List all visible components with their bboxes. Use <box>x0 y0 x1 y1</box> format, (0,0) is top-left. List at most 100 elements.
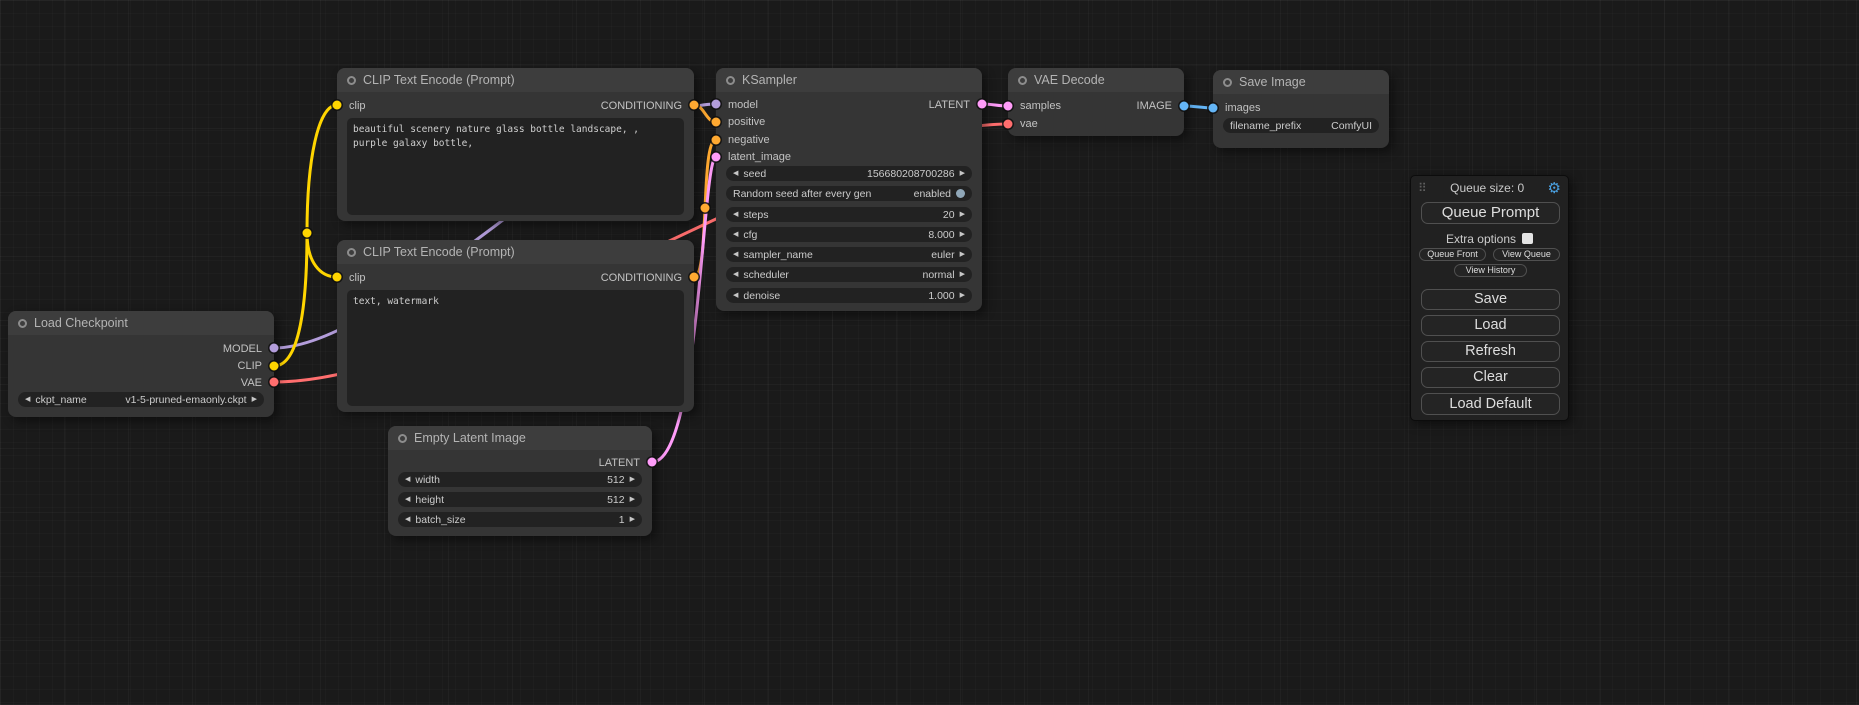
increment-arrow-icon[interactable] <box>960 271 965 278</box>
slot-dot-negative-conditioning-output[interactable] <box>690 273 699 282</box>
node-title-bar[interactable]: CLIP Text Encode (Prompt) <box>337 68 694 92</box>
widget-label: sampler_name <box>743 249 812 261</box>
save-button[interactable]: Save <box>1421 289 1560 310</box>
widget-value: enabled <box>914 188 951 200</box>
prompt-text-area[interactable]: text, watermark <box>347 290 684 406</box>
slot-dot-ksampler-model-input[interactable] <box>712 100 721 109</box>
node-ksampler[interactable]: KSampler model LATENT positive negative … <box>716 68 982 311</box>
increment-arrow-icon[interactable] <box>960 292 965 299</box>
node-graph-canvas[interactable]: Load Checkpoint MODEL CLIP VAE ckpt_name… <box>0 0 1859 705</box>
slot-dot-checkpoint-vae-output[interactable] <box>270 378 279 387</box>
queue-size-label: Queue size: 0 <box>1427 181 1548 195</box>
decrement-arrow-icon[interactable] <box>25 396 30 403</box>
node-title-bar[interactable]: Empty Latent Image <box>388 426 652 450</box>
decrement-arrow-icon[interactable] <box>733 170 738 177</box>
filename-prefix-widget[interactable]: filename_prefix ComfyUI <box>1223 118 1379 133</box>
cfg-widget[interactable]: cfg 8.000 <box>726 227 972 242</box>
reroute-dot-conditioning[interactable] <box>701 204 710 213</box>
slot-dot-ksampler-latent-output[interactable] <box>978 100 987 109</box>
collapse-dot-icon[interactable] <box>347 76 356 85</box>
node-load-checkpoint[interactable]: Load Checkpoint MODEL CLIP VAE ckpt_name… <box>8 311 274 417</box>
view-history-button[interactable]: View History <box>1454 264 1527 277</box>
collapse-dot-icon[interactable] <box>347 248 356 257</box>
increment-arrow-icon[interactable] <box>960 231 965 238</box>
slot-dot-ksampler-positive-input[interactable] <box>712 118 721 127</box>
slot-row: vae <box>1020 115 1172 132</box>
node-title-bar[interactable]: Save Image <box>1213 70 1389 94</box>
steps-widget[interactable]: steps 20 <box>726 207 972 222</box>
collapse-dot-icon[interactable] <box>726 76 735 85</box>
collapse-dot-icon[interactable] <box>1223 78 1232 87</box>
slot-dot-checkpoint-clip-output[interactable] <box>270 362 279 371</box>
node-title-bar[interactable]: KSampler <box>716 68 982 92</box>
seed-widget[interactable]: seed 156680208700286 <box>726 166 972 181</box>
node-empty-latent-image[interactable]: Empty Latent Image LATENT width 512 heig… <box>388 426 652 536</box>
decrement-arrow-icon[interactable] <box>733 271 738 278</box>
slot-dot-vae-decode-vae-input[interactable] <box>1004 120 1013 129</box>
node-title-bar[interactable]: CLIP Text Encode (Prompt) <box>337 240 694 264</box>
ckpt-name-widget[interactable]: ckpt_name v1-5-pruned-emaonly.ckpt <box>18 392 264 407</box>
refresh-button[interactable]: Refresh <box>1421 341 1560 362</box>
widget-label: scheduler <box>743 269 789 281</box>
slot-dot-save-image-images-input[interactable] <box>1209 104 1218 113</box>
slot-dot-vae-decode-image-output[interactable] <box>1180 102 1189 111</box>
decrement-arrow-icon[interactable] <box>733 211 738 218</box>
increment-arrow-icon[interactable] <box>630 496 635 503</box>
node-save-image[interactable]: Save Image images filename_prefix ComfyU… <box>1213 70 1389 148</box>
slot-dot-positive-conditioning-output[interactable] <box>690 101 699 110</box>
increment-arrow-icon[interactable] <box>630 516 635 523</box>
slot-dot-ksampler-latent-image-input[interactable] <box>712 153 721 162</box>
random-seed-toggle-widget[interactable]: Random seed after every gen enabled <box>726 186 972 201</box>
prompt-text-area[interactable]: beautiful scenery nature glass bottle la… <box>347 118 684 215</box>
denoise-widget[interactable]: denoise 1.000 <box>726 288 972 303</box>
slot-dot-vae-decode-samples-input[interactable] <box>1004 102 1013 111</box>
queue-front-button[interactable]: Queue Front <box>1419 248 1486 261</box>
toggle-knob-icon[interactable] <box>956 189 965 198</box>
collapse-dot-icon[interactable] <box>18 319 27 328</box>
queue-panel: ⠿ Queue size: 0 ⚙ Queue Prompt Extra opt… <box>1410 175 1569 421</box>
increment-arrow-icon[interactable] <box>252 396 257 403</box>
increment-arrow-icon[interactable] <box>960 170 965 177</box>
widget-value: ComfyUI <box>1331 120 1372 132</box>
node-vae-decode[interactable]: VAE Decode samples IMAGE vae <box>1008 68 1184 136</box>
slot-row: clip CONDITIONING <box>349 97 682 114</box>
batch-size-widget[interactable]: batch_size 1 <box>398 512 642 527</box>
sampler-name-widget[interactable]: sampler_name euler <box>726 247 972 262</box>
node-clip-text-encode-positive[interactable]: CLIP Text Encode (Prompt) clip CONDITION… <box>337 68 694 221</box>
widget-value: 8.000 <box>928 229 954 241</box>
scheduler-widget[interactable]: scheduler normal <box>726 267 972 282</box>
collapse-dot-icon[interactable] <box>398 434 407 443</box>
node-title-bar[interactable]: Load Checkpoint <box>8 311 274 335</box>
extra-options-checkbox[interactable] <box>1522 233 1533 244</box>
node-title-bar[interactable]: VAE Decode <box>1008 68 1184 92</box>
decrement-arrow-icon[interactable] <box>733 292 738 299</box>
node-clip-text-encode-negative[interactable]: CLIP Text Encode (Prompt) clip CONDITION… <box>337 240 694 412</box>
slot-dot-checkpoint-model-output[interactable] <box>270 344 279 353</box>
queue-prompt-button[interactable]: Queue Prompt <box>1421 202 1560 224</box>
decrement-arrow-icon[interactable] <box>405 476 410 483</box>
slot-dot-positive-clip-input[interactable] <box>333 101 342 110</box>
height-widget[interactable]: height 512 <box>398 492 642 507</box>
node-title: CLIP Text Encode (Prompt) <box>363 245 515 259</box>
drag-handle-icon[interactable]: ⠿ <box>1418 182 1427 194</box>
view-queue-button[interactable]: View Queue <box>1493 248 1560 261</box>
decrement-arrow-icon[interactable] <box>405 516 410 523</box>
node-title: Load Checkpoint <box>34 316 128 330</box>
collapse-dot-icon[interactable] <box>1018 76 1027 85</box>
reroute-dot-clip[interactable] <box>303 229 312 238</box>
slot-dot-negative-clip-input[interactable] <box>333 273 342 282</box>
decrement-arrow-icon[interactable] <box>733 231 738 238</box>
load-default-button[interactable]: Load Default <box>1421 393 1560 415</box>
slot-dot-empty-latent-output[interactable] <box>648 458 657 467</box>
decrement-arrow-icon[interactable] <box>733 251 738 258</box>
clear-button[interactable]: Clear <box>1421 367 1560 388</box>
widget-label: filename_prefix <box>1230 120 1301 132</box>
increment-arrow-icon[interactable] <box>960 211 965 218</box>
increment-arrow-icon[interactable] <box>960 251 965 258</box>
width-widget[interactable]: width 512 <box>398 472 642 487</box>
decrement-arrow-icon[interactable] <box>405 496 410 503</box>
settings-gear-icon[interactable]: ⚙ <box>1548 181 1561 196</box>
increment-arrow-icon[interactable] <box>630 476 635 483</box>
slot-dot-ksampler-negative-input[interactable] <box>712 136 721 145</box>
load-button[interactable]: Load <box>1421 315 1560 336</box>
